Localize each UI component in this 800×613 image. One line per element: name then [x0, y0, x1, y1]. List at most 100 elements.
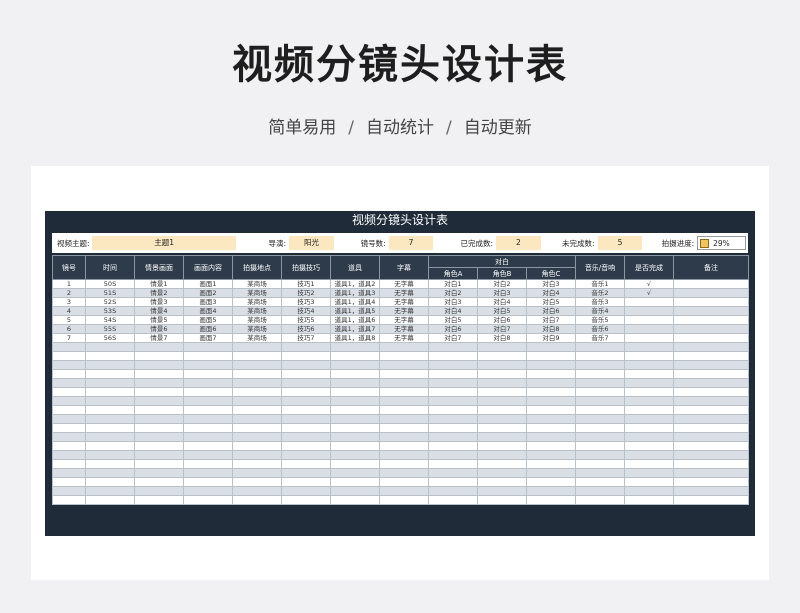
cell-time[interactable] — [85, 414, 135, 424]
cell-role-c[interactable] — [526, 468, 576, 478]
cell-note[interactable] — [673, 459, 749, 469]
cell-subtitle[interactable]: 无字幕 — [379, 333, 429, 343]
cell-location[interactable] — [232, 441, 282, 451]
cell-music[interactable] — [575, 432, 625, 442]
cell-content[interactable]: 画面7 — [183, 333, 233, 343]
cell-note[interactable] — [673, 387, 749, 397]
cell-role-b[interactable]: 对白2 — [477, 279, 527, 289]
cell-shot-no[interactable] — [52, 486, 86, 496]
cell-role-c[interactable] — [526, 378, 576, 388]
cell-shot-no[interactable]: 5 — [52, 315, 86, 325]
cell-time[interactable]: 55S — [85, 324, 135, 334]
cell-shot-no[interactable] — [52, 378, 86, 388]
cell-role-b[interactable] — [477, 423, 527, 433]
cell-role-a[interactable]: 对白4 — [428, 306, 478, 316]
cell-content[interactable] — [183, 495, 233, 505]
cell-subtitle[interactable] — [379, 342, 429, 352]
cell-role-a[interactable] — [428, 495, 478, 505]
cell-shot-no[interactable]: 7 — [52, 333, 86, 343]
cell-note[interactable] — [673, 324, 749, 334]
cell-note[interactable] — [673, 315, 749, 325]
cell-props[interactable] — [330, 396, 380, 406]
cell-time[interactable] — [85, 450, 135, 460]
cell-location[interactable] — [232, 342, 282, 352]
cell-role-a[interactable] — [428, 387, 478, 397]
cell-time[interactable] — [85, 459, 135, 469]
cell-subtitle[interactable]: 无字幕 — [379, 279, 429, 289]
cell-content[interactable] — [183, 387, 233, 397]
cell-done[interactable] — [624, 486, 674, 496]
cell-done[interactable] — [624, 369, 674, 379]
cell-subtitle[interactable] — [379, 450, 429, 460]
cell-music[interactable] — [575, 450, 625, 460]
cell-scene[interactable] — [134, 378, 184, 388]
cell-props[interactable] — [330, 360, 380, 370]
cell-subtitle[interactable] — [379, 414, 429, 424]
cell-technique[interactable] — [281, 441, 331, 451]
cell-content[interactable] — [183, 405, 233, 415]
cell-music[interactable]: 音乐4 — [575, 306, 625, 316]
cell-role-c[interactable] — [526, 432, 576, 442]
cell-technique[interactable] — [281, 468, 331, 478]
cell-done[interactable] — [624, 468, 674, 478]
cell-time[interactable]: 54S — [85, 315, 135, 325]
cell-music[interactable]: 音乐1 — [575, 279, 625, 289]
cell-music[interactable]: 音乐3 — [575, 297, 625, 307]
cell-scene[interactable] — [134, 351, 184, 361]
cell-role-a[interactable] — [428, 414, 478, 424]
cell-shot-no[interactable] — [52, 405, 86, 415]
cell-note[interactable] — [673, 441, 749, 451]
cell-role-a[interactable] — [428, 351, 478, 361]
cell-scene[interactable]: 情景7 — [134, 333, 184, 343]
cell-music[interactable] — [575, 495, 625, 505]
cell-content[interactable] — [183, 423, 233, 433]
cell-role-b[interactable]: 对白5 — [477, 306, 527, 316]
cell-content[interactable] — [183, 450, 233, 460]
cell-time[interactable] — [85, 387, 135, 397]
cell-scene[interactable] — [134, 495, 184, 505]
cell-note[interactable] — [673, 378, 749, 388]
cell-role-c[interactable]: 对白5 — [526, 297, 576, 307]
cell-technique[interactable]: 技巧6 — [281, 324, 331, 334]
cell-done[interactable] — [624, 432, 674, 442]
cell-scene[interactable] — [134, 396, 184, 406]
cell-location[interactable] — [232, 450, 282, 460]
cell-technique[interactable]: 技巧7 — [281, 333, 331, 343]
cell-role-a[interactable] — [428, 396, 478, 406]
cell-scene[interactable] — [134, 468, 184, 478]
cell-role-c[interactable]: 对白4 — [526, 288, 576, 298]
cell-shot-no[interactable] — [52, 351, 86, 361]
cell-shot-no[interactable] — [52, 423, 86, 433]
cell-done[interactable] — [624, 414, 674, 424]
cell-note[interactable] — [673, 342, 749, 352]
cell-time[interactable] — [85, 351, 135, 361]
cell-location[interactable]: 某商场 — [232, 288, 282, 298]
cell-props[interactable] — [330, 432, 380, 442]
cell-done[interactable] — [624, 405, 674, 415]
cell-technique[interactable] — [281, 486, 331, 496]
cell-note[interactable] — [673, 333, 749, 343]
cell-technique[interactable] — [281, 378, 331, 388]
cell-role-c[interactable] — [526, 450, 576, 460]
cell-subtitle[interactable] — [379, 360, 429, 370]
cell-scene[interactable] — [134, 342, 184, 352]
cell-role-a[interactable]: 对白6 — [428, 324, 478, 334]
cell-music[interactable] — [575, 468, 625, 478]
cell-done[interactable] — [624, 396, 674, 406]
cell-note[interactable] — [673, 360, 749, 370]
cell-scene[interactable] — [134, 423, 184, 433]
cell-location[interactable]: 某商场 — [232, 279, 282, 289]
cell-music[interactable] — [575, 387, 625, 397]
cell-subtitle[interactable] — [379, 441, 429, 451]
cell-props[interactable]: 道具1，道具5 — [330, 306, 380, 316]
cell-scene[interactable]: 情景3 — [134, 297, 184, 307]
cell-role-b[interactable] — [477, 396, 527, 406]
cell-scene[interactable] — [134, 387, 184, 397]
cell-props[interactable] — [330, 423, 380, 433]
cell-note[interactable] — [673, 450, 749, 460]
cell-role-a[interactable]: 对白1 — [428, 279, 478, 289]
cell-location[interactable] — [232, 360, 282, 370]
cell-technique[interactable] — [281, 369, 331, 379]
cell-note[interactable] — [673, 306, 749, 316]
cell-role-b[interactable]: 对白3 — [477, 288, 527, 298]
